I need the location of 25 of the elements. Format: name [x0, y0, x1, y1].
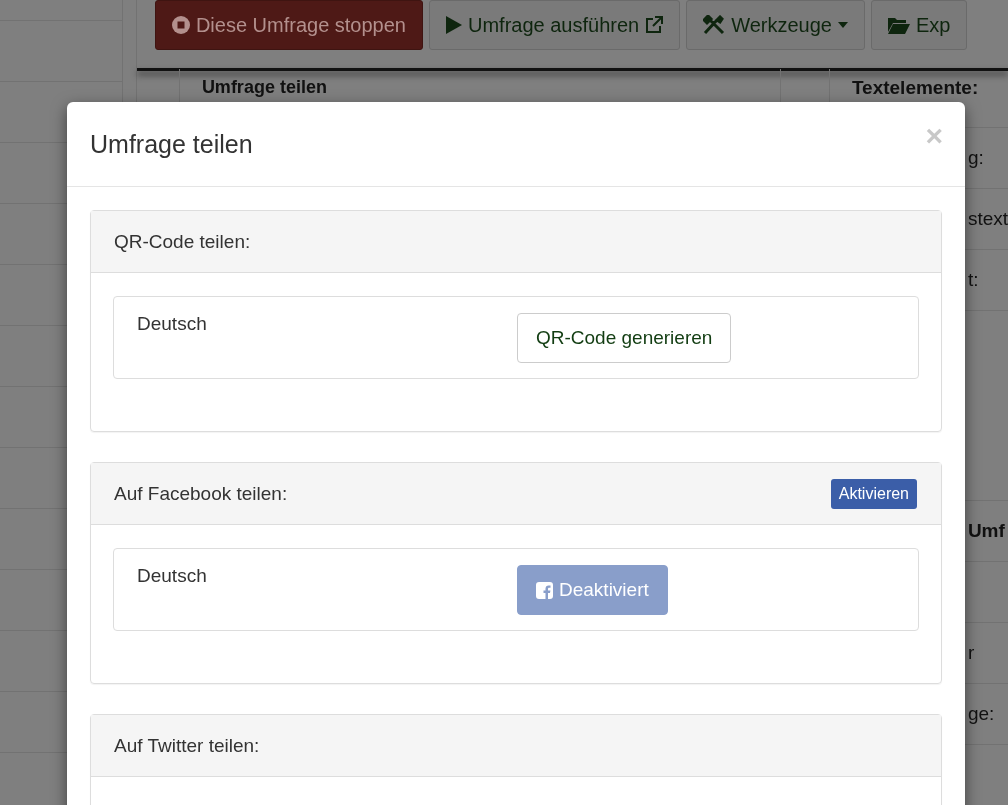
- folder-icon: [888, 16, 910, 34]
- toolbar-button[interactable]: Umfrage ausführen: [429, 0, 681, 50]
- facebook-icon: [536, 581, 553, 599]
- dialog-title: Umfrage teilen: [90, 129, 253, 159]
- panel-title: Umfrage teilen: [200, 76, 328, 99]
- toolbar-button[interactable]: Exp: [871, 0, 968, 50]
- toolbar-button[interactable]: Diese Umfrage stoppen: [154, 0, 423, 50]
- field-label: ge:: [967, 703, 995, 725]
- play-icon: [446, 16, 462, 34]
- field-label: stext: [967, 208, 1008, 230]
- panel-heading: Umf: [967, 520, 1005, 542]
- language-label: Deutsch: [137, 313, 208, 336]
- panel-heading: Auf Facebook teilen:: [114, 482, 288, 505]
- panel-heading: QR-Code teilen:: [114, 230, 251, 253]
- tools-icon: [703, 15, 726, 35]
- panel-heading: Textelemente:: [851, 77, 979, 99]
- field-label: r: [967, 642, 975, 664]
- toolbar-button[interactable]: Werkzeuge: [686, 0, 865, 50]
- field-label: t:: [967, 269, 979, 291]
- field-label: g:: [967, 147, 984, 169]
- share-button[interactable]: QR-Code generieren: [517, 313, 732, 363]
- activate-button[interactable]: Aktivieren: [830, 478, 917, 509]
- panel-heading: Auf Twitter teilen:: [114, 734, 260, 757]
- stop-icon: [171, 16, 190, 34]
- language-label: Deutsch: [137, 565, 208, 588]
